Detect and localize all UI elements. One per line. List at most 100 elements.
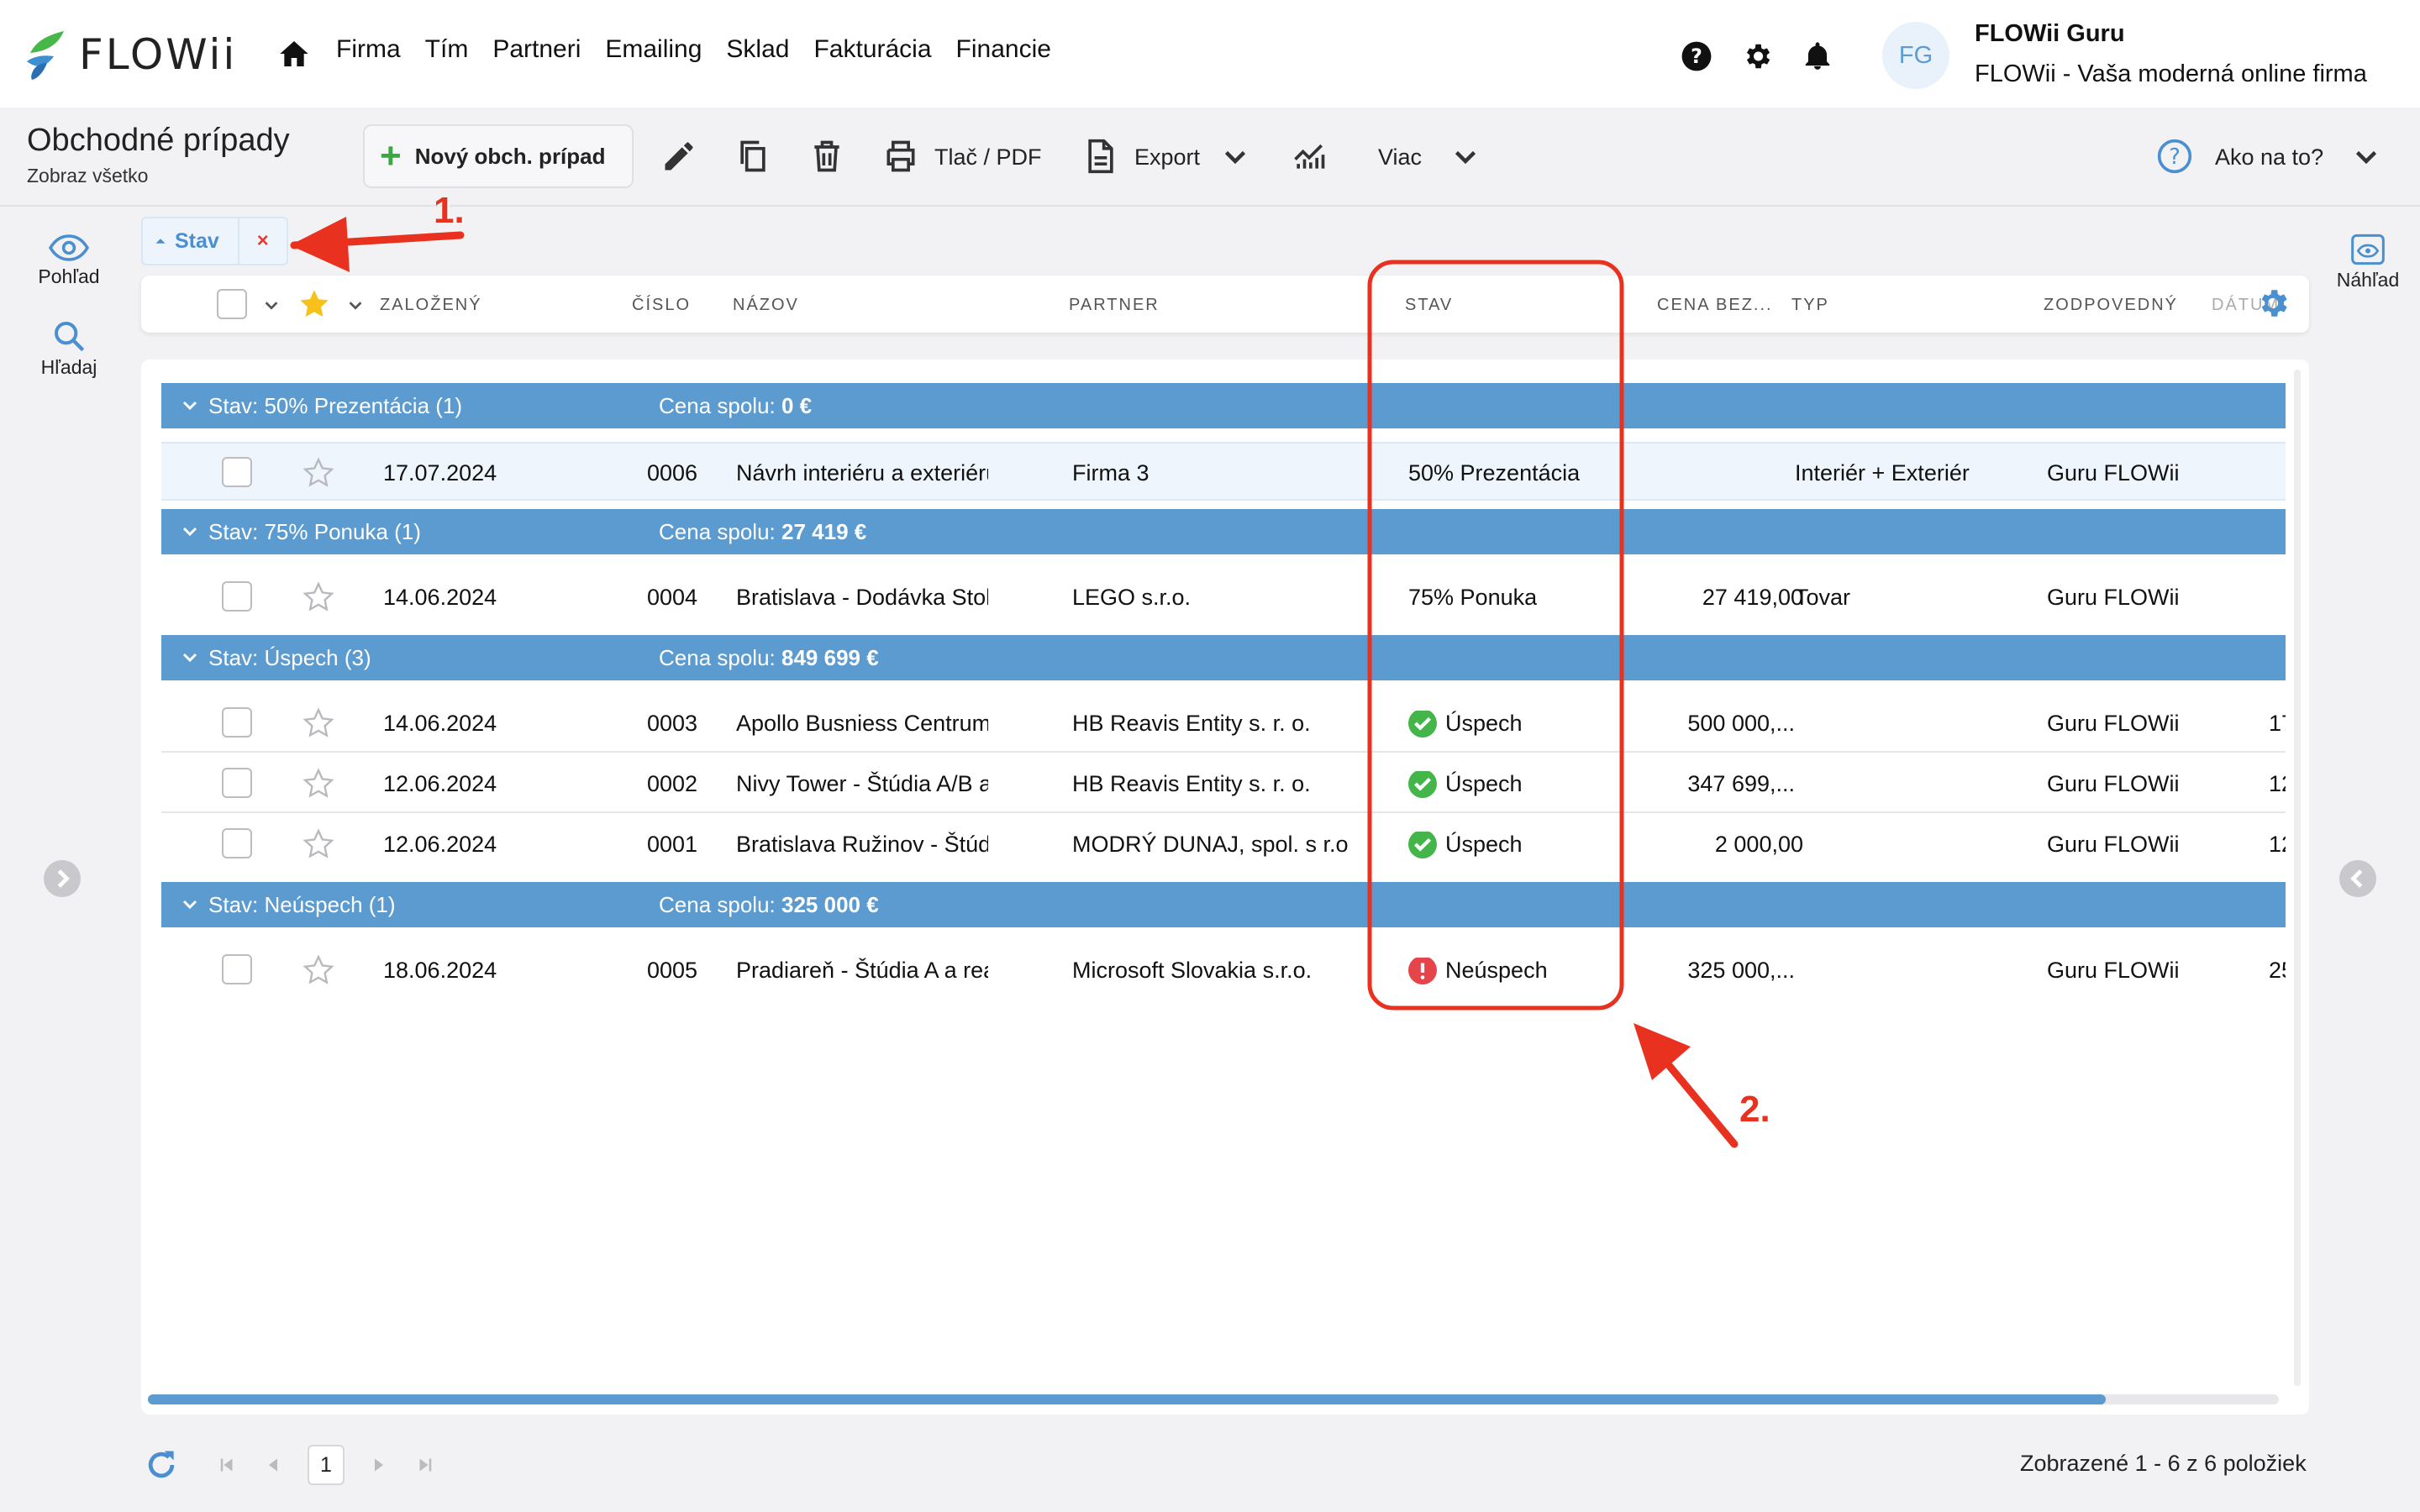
current-page[interactable]: 1 bbox=[308, 1445, 345, 1485]
next-page-icon[interactable] bbox=[366, 1452, 392, 1478]
filter-chip-stav[interactable]: Stav × bbox=[141, 217, 288, 265]
col-header-status[interactable]: STAV bbox=[1405, 296, 1453, 315]
avatar[interactable]: FG bbox=[1882, 22, 1949, 89]
nav-item-emailing[interactable]: Emailing bbox=[605, 35, 702, 64]
cell-partner[interactable]: Microsoft Slovakia s.r.o. bbox=[1072, 958, 1349, 984]
table-row[interactable]: 12.06.2024 0002 Nivy Tower - Štúdia A/B … bbox=[161, 754, 2286, 813]
cell-partner[interactable]: LEGO s.r.o. bbox=[1072, 585, 1349, 611]
chevron-down-icon[interactable] bbox=[1220, 138, 1250, 175]
filter-remove-button[interactable]: × bbox=[239, 229, 287, 253]
nav-item-firma[interactable]: Firma bbox=[336, 35, 401, 64]
row-checkbox[interactable] bbox=[222, 954, 252, 984]
document-icon[interactable] bbox=[1082, 138, 1119, 175]
export-button[interactable]: Export bbox=[1134, 144, 1200, 171]
select-all-checkbox[interactable] bbox=[217, 289, 247, 319]
edit-icon[interactable] bbox=[660, 138, 697, 175]
column-settings-gear-icon[interactable] bbox=[2255, 286, 2291, 321]
help-how-to-button[interactable]: Ako na to? bbox=[2215, 144, 2323, 171]
group-header[interactable]: Stav: Neúspech (1) Cena spolu: 325 000 € bbox=[161, 882, 2286, 927]
cell-partner[interactable]: Firma 3 bbox=[1072, 460, 1349, 486]
nav-item-partneri[interactable]: Partneri bbox=[492, 35, 581, 64]
scrollbar-thumb[interactable] bbox=[148, 1394, 2106, 1404]
svg-text:?: ? bbox=[2169, 144, 2181, 170]
chevron-down-icon[interactable] bbox=[2351, 138, 2381, 175]
star-outline-icon[interactable] bbox=[302, 457, 334, 489]
cell-name[interactable]: Nivy Tower - Štúdia A/B a Re... bbox=[736, 771, 988, 797]
vertical-scrollbar[interactable] bbox=[2294, 370, 2301, 1386]
chevron-down-icon[interactable] bbox=[262, 296, 281, 314]
col-header-number[interactable]: ČÍSLO bbox=[632, 296, 691, 315]
question-circle-icon[interactable]: ? bbox=[2156, 138, 2193, 175]
star-outline-icon[interactable] bbox=[302, 707, 334, 739]
table-row[interactable]: 14.06.2024 0003 Apollo Busniess Centrum … bbox=[161, 694, 2286, 753]
star-outline-icon[interactable] bbox=[302, 954, 334, 986]
copy-icon[interactable] bbox=[734, 138, 771, 175]
preview-button[interactable]: Náhľad bbox=[2317, 234, 2418, 291]
col-header-partner[interactable]: PARTNER bbox=[1069, 296, 1160, 315]
cell-name[interactable]: Apollo Busniess Centrum - Št... bbox=[736, 711, 988, 737]
row-checkbox[interactable] bbox=[222, 707, 252, 738]
table-row[interactable]: 18.06.2024 0005 Pradiareň - Štúdia A a r… bbox=[161, 941, 2286, 1000]
chart-icon[interactable] bbox=[1291, 138, 1328, 175]
row-checkbox[interactable] bbox=[222, 828, 252, 858]
table-row[interactable]: 17.07.2024 0006 Návrh interiéru a exteri… bbox=[161, 442, 2286, 501]
filter-chip-label[interactable]: Stav bbox=[143, 218, 239, 264]
nav-item-fakturacia[interactable]: Fakturácia bbox=[813, 35, 931, 64]
group-header[interactable]: Stav: Úspech (3) Cena spolu: 849 699 € bbox=[161, 635, 2286, 680]
pagination-info: Zobrazené 1 - 6 z 6 položiek bbox=[2020, 1451, 2307, 1476]
trash-icon[interactable] bbox=[808, 138, 845, 175]
nav-item-sklad[interactable]: Sklad bbox=[726, 35, 789, 64]
row-checkbox[interactable] bbox=[222, 581, 252, 612]
star-filled-icon[interactable] bbox=[297, 287, 331, 321]
table-row[interactable]: 12.06.2024 0001 Bratislava Ružinov - Štú… bbox=[161, 815, 2286, 874]
group-header[interactable]: Stav: 75% Ponuka (1) Cena spolu: 27 419 … bbox=[161, 509, 2286, 554]
nav-item-tim[interactable]: Tím bbox=[425, 35, 469, 64]
cell-name[interactable]: Pradiareň - Štúdia A a realizá... bbox=[736, 958, 988, 984]
gear-icon[interactable] bbox=[1741, 40, 1773, 72]
cell-created: 14.06.2024 bbox=[383, 711, 497, 736]
chevron-down-icon[interactable] bbox=[1450, 138, 1481, 175]
group-header[interactable]: Stav: 50% Prezentácia (1) Cena spolu: 0 … bbox=[161, 383, 2286, 428]
row-checkbox[interactable] bbox=[222, 768, 252, 798]
col-header-type[interactable]: TYP bbox=[1791, 296, 1829, 315]
cell-partner[interactable]: HB Reavis Entity s. r. o. bbox=[1072, 711, 1349, 737]
group-sum-value: 0 € bbox=[781, 393, 813, 418]
first-page-icon[interactable] bbox=[213, 1452, 239, 1478]
star-outline-icon[interactable] bbox=[302, 828, 334, 860]
chevron-down-icon[interactable] bbox=[346, 296, 365, 314]
star-outline-icon[interactable] bbox=[302, 768, 334, 800]
printer-icon[interactable] bbox=[882, 138, 919, 175]
new-deal-button[interactable]: + Nový obch. prípad bbox=[363, 124, 634, 188]
flowii-logo[interactable]: FLOWii bbox=[25, 25, 237, 84]
group-sum-label: Cena spolu: bbox=[659, 892, 776, 917]
view-subtitle[interactable]: Zobraz všetko bbox=[27, 165, 148, 187]
home-icon[interactable] bbox=[277, 37, 311, 71]
nav-item-financie[interactable]: Financie bbox=[956, 35, 1051, 64]
bell-icon[interactable] bbox=[1802, 40, 1833, 72]
table-row[interactable]: 14.06.2024 0004 Bratislava - Dodávka Sto… bbox=[161, 568, 2286, 627]
col-header-name[interactable]: NÁZOV bbox=[733, 296, 799, 315]
prev-page-icon[interactable] bbox=[260, 1452, 286, 1478]
cell-partner[interactable]: MODRÝ DUNAJ, spol. s r.o. bbox=[1072, 832, 1349, 858]
cell-name[interactable]: Návrh interiéru a exteriéru ro... bbox=[736, 460, 988, 486]
refresh-icon[interactable] bbox=[143, 1446, 180, 1483]
col-header-created[interactable]: ZALOŽENÝ bbox=[380, 296, 482, 315]
collapse-right-arrow[interactable] bbox=[2339, 860, 2376, 897]
col-header-price[interactable]: CENA BEZ... bbox=[1657, 296, 1773, 315]
row-checkbox[interactable] bbox=[222, 457, 252, 487]
more-button[interactable]: Viac bbox=[1378, 144, 1422, 171]
cell-partner[interactable]: HB Reavis Entity s. r. o. bbox=[1072, 771, 1349, 797]
collapse-left-arrow[interactable] bbox=[44, 860, 81, 897]
cell-name[interactable]: Bratislava Ružinov - Štúdia - ... bbox=[736, 832, 988, 858]
cell-name[interactable]: Bratislava - Dodávka Stoličie... bbox=[736, 585, 988, 611]
star-outline-icon[interactable] bbox=[302, 581, 334, 613]
search-button[interactable]: Hľadaj bbox=[18, 319, 119, 379]
view-button[interactable]: Pohľad bbox=[18, 234, 119, 288]
preview-label: Náhľad bbox=[2336, 269, 2400, 291]
print-pdf-button[interactable]: Tlač / PDF bbox=[934, 144, 1042, 171]
horizontal-scrollbar[interactable] bbox=[148, 1394, 2279, 1404]
col-header-owner[interactable]: ZODPOVEDNÝ bbox=[2044, 296, 2178, 315]
help-icon[interactable]: ? bbox=[1681, 40, 1712, 72]
page-title: Obchodné prípady bbox=[27, 123, 290, 158]
last-page-icon[interactable] bbox=[413, 1452, 439, 1478]
